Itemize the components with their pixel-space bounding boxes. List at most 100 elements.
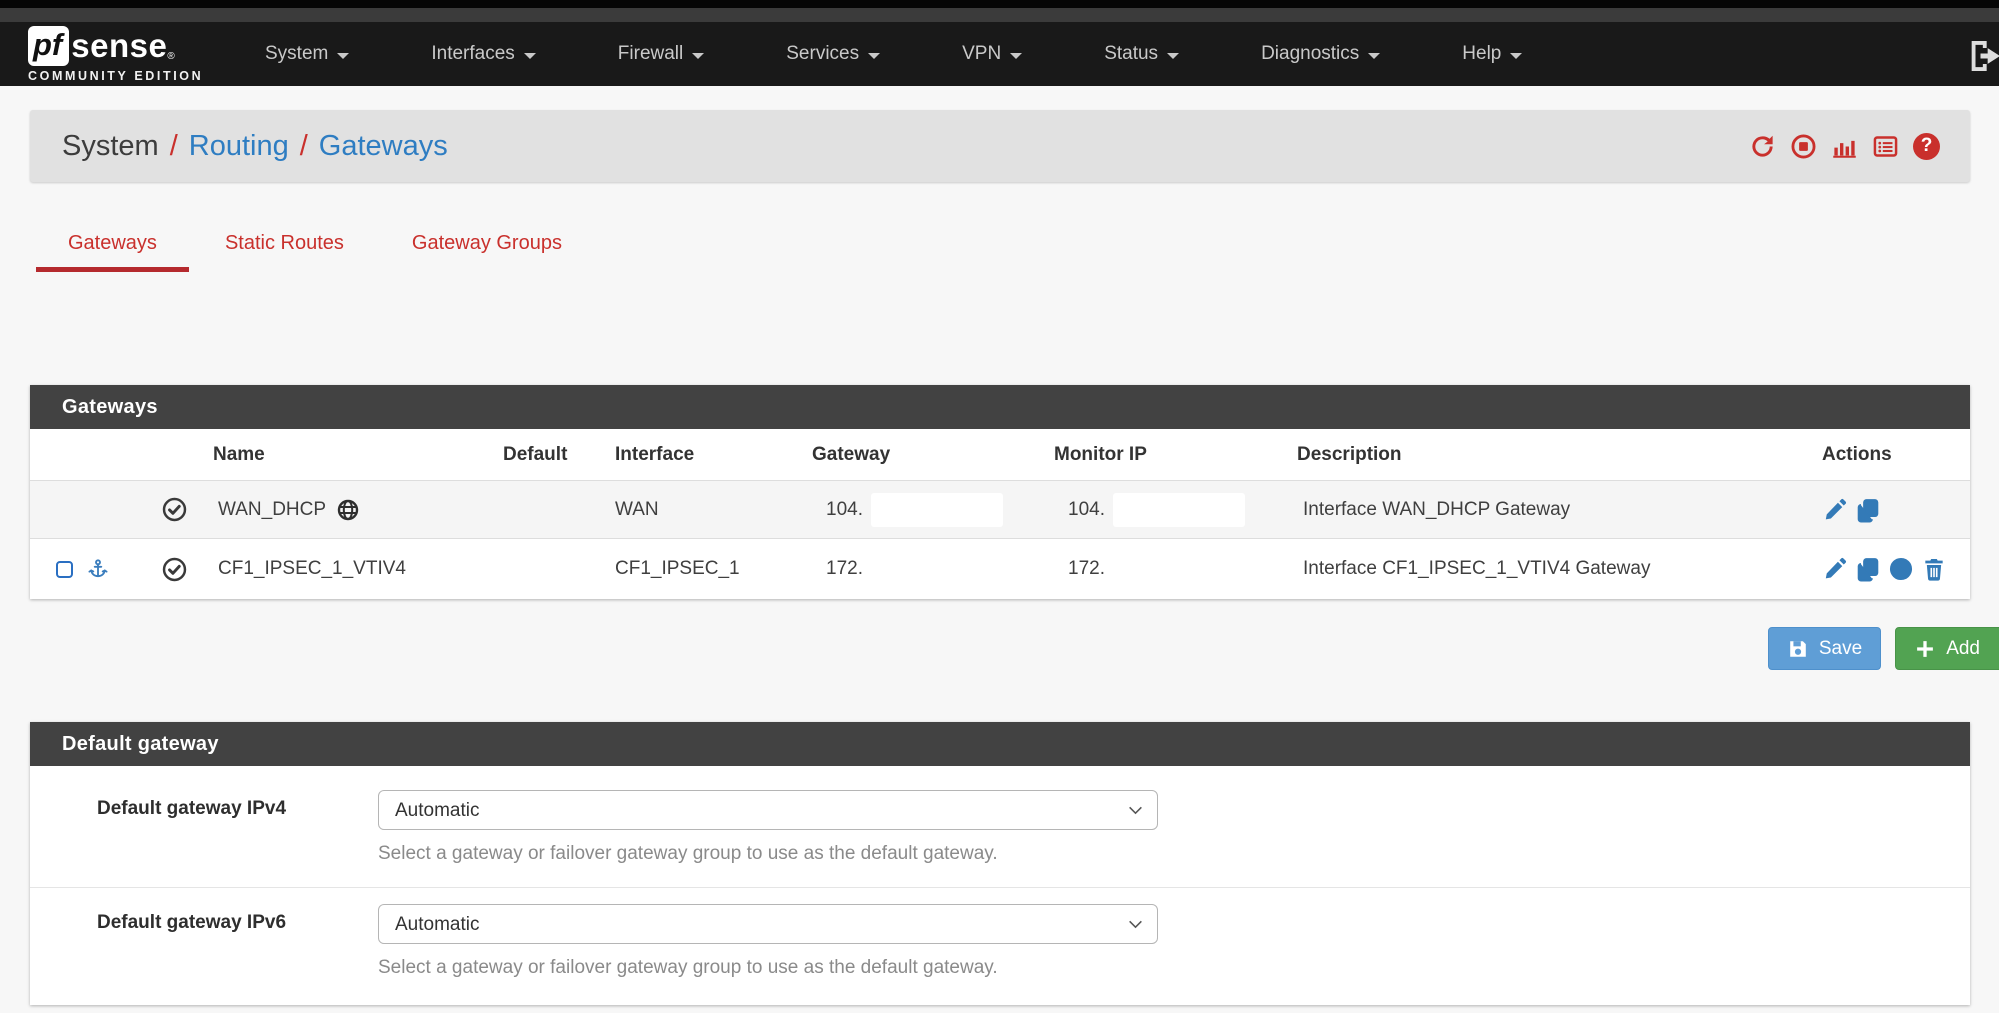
- column-header-default: Default: [500, 444, 615, 466]
- default-gateway-panel-title: Default gateway: [30, 722, 1970, 766]
- default-gateway-ipv6-control: Automatic: [378, 904, 1158, 944]
- tab-gateways-label: Gateways: [68, 232, 157, 254]
- add-button[interactable]: Add: [1895, 627, 1999, 670]
- gateways-table-header: Name Default Interface Gateway Monitor I…: [30, 429, 1970, 481]
- logo-registered-mark: ®: [167, 51, 174, 62]
- tab-gateway-groups[interactable]: Gateway Groups: [380, 224, 594, 272]
- default-gateway-ipv4-control: Automatic: [378, 790, 1158, 830]
- column-header-actions: Actions: [1822, 444, 1970, 466]
- breadcrumb: System / Routing / Gateways ?: [30, 110, 1970, 182]
- table-row-wan-dhcp: WAN_DHCP WAN 104. 104. Interface WAN_DHC…: [30, 481, 1970, 539]
- row-checkbox[interactable]: [56, 561, 73, 578]
- bar-chart-icon[interactable]: [1831, 133, 1858, 160]
- gateway-monitor-cell: 104.: [1050, 493, 1297, 527]
- nav-system-label: System: [265, 43, 328, 65]
- save-button-label: Save: [1819, 638, 1862, 660]
- gateway-description-cell: Interface WAN_DHCP Gateway: [1297, 499, 1822, 521]
- gateway-monitor-cell: 172.: [1050, 558, 1297, 580]
- caret-down-icon: [1010, 53, 1022, 59]
- nav-interfaces[interactable]: Interfaces: [390, 22, 576, 86]
- gateway-address-cell: 172.: [810, 558, 1050, 580]
- window-title-strip: [0, 8, 1999, 22]
- nav-firewall-label: Firewall: [618, 43, 683, 65]
- gateway-actions-cell: [1822, 556, 1970, 582]
- tab-gateways[interactable]: Gateways: [36, 224, 189, 272]
- tab-static-routes[interactable]: Static Routes: [193, 224, 376, 272]
- anchor-icon[interactable]: [87, 558, 109, 580]
- nav-services[interactable]: Services: [745, 22, 921, 86]
- column-header-description: Description: [1297, 444, 1822, 466]
- nav-help-label: Help: [1462, 43, 1501, 65]
- monitor-ip: 104.: [1068, 499, 1105, 520]
- caret-down-icon: [1368, 53, 1380, 59]
- gateway-name: CF1_IPSEC_1_VTIV4: [218, 558, 406, 580]
- gateway-address-cell: 104.: [810, 493, 1050, 527]
- default-gateway-ipv6-select[interactable]: Automatic: [378, 904, 1158, 944]
- nav-diagnostics-label: Diagnostics: [1261, 43, 1359, 65]
- nav-services-label: Services: [786, 43, 859, 65]
- sign-out-icon[interactable]: [1965, 36, 1999, 72]
- gateways-panel-title: Gateways: [30, 385, 1970, 429]
- pfsense-logo-text: pf sense ®: [28, 26, 210, 66]
- caret-down-icon: [1167, 53, 1179, 59]
- breadcrumb-link-gateways[interactable]: Gateways: [319, 130, 448, 163]
- gateway-address: 172.: [826, 558, 863, 579]
- nav-status-label: Status: [1104, 43, 1158, 65]
- main-menu: System Interfaces Firewall Services VPN …: [224, 22, 1563, 86]
- nav-vpn-label: VPN: [962, 43, 1001, 65]
- default-gateway-ipv6-row: Default gateway IPv6 Automatic Select a …: [30, 887, 1970, 1001]
- nav-diagnostics[interactable]: Diagnostics: [1220, 22, 1421, 86]
- gateways-panel: Gateways Name Default Interface Gateway …: [30, 385, 1970, 599]
- caret-down-icon: [524, 53, 536, 59]
- stop-circle-icon[interactable]: [1790, 133, 1817, 160]
- pfsense-logo[interactable]: pf sense ® COMMUNITY EDITION: [28, 26, 210, 83]
- breadcrumb-section: System: [62, 130, 159, 163]
- gateway-interface-cell: CF1_IPSEC_1: [615, 558, 810, 580]
- default-gateway-ipv4-row: Default gateway IPv4 Automatic Select a …: [30, 766, 1970, 887]
- breadcrumb-separator: /: [170, 130, 178, 163]
- gateways-buttons-bar: Save Add: [30, 627, 1999, 670]
- column-header-monitor-ip: Monitor IP: [1050, 444, 1297, 466]
- refresh-icon[interactable]: [1749, 133, 1776, 160]
- table-row-cf1-ipsec: CF1_IPSEC_1_VTIV4 CF1_IPSEC_1 172. 172. …: [30, 539, 1970, 599]
- default-gateway-ipv4-label: Default gateway IPv4: [30, 790, 378, 865]
- nav-vpn[interactable]: VPN: [921, 22, 1063, 86]
- default-gateway-ipv6-label: Default gateway IPv6: [30, 904, 378, 979]
- nav-firewall[interactable]: Firewall: [577, 22, 745, 86]
- edit-gateway-icon[interactable]: [1822, 556, 1848, 582]
- disable-gateway-icon[interactable]: [1888, 556, 1914, 582]
- gateway-name-cell: WAN_DHCP: [155, 496, 500, 523]
- breadcrumb-actions: ?: [1749, 133, 1940, 160]
- gateway-description-cell: Interface CF1_IPSEC_1_VTIV4 Gateway: [1297, 558, 1822, 580]
- copy-gateway-icon[interactable]: [1855, 556, 1881, 582]
- row-select-cell: [30, 558, 155, 580]
- column-header-interface: Interface: [615, 444, 810, 466]
- nav-help[interactable]: Help: [1421, 22, 1563, 86]
- help-icon[interactable]: ?: [1913, 133, 1940, 160]
- breadcrumb-link-routing[interactable]: Routing: [189, 130, 289, 163]
- save-button[interactable]: Save: [1768, 627, 1881, 670]
- caret-down-icon: [1510, 53, 1522, 59]
- nav-system[interactable]: System: [224, 22, 390, 86]
- default-gateway-ipv6-help: Select a gateway or failover gateway gro…: [378, 957, 1970, 979]
- plus-icon: [1914, 638, 1936, 660]
- delete-gateway-icon[interactable]: [1921, 556, 1947, 582]
- logo-sense: sense: [71, 27, 167, 65]
- copy-gateway-icon[interactable]: [1855, 497, 1881, 523]
- check-circle-icon: [161, 556, 188, 583]
- top-navbar: pf sense ® COMMUNITY EDITION System Inte…: [0, 22, 1999, 86]
- default-gateway-panel: Default gateway Default gateway IPv4 Aut…: [30, 722, 1970, 1005]
- default-gateway-ipv4-select[interactable]: Automatic: [378, 790, 1158, 830]
- add-button-label: Add: [1946, 638, 1980, 660]
- breadcrumb-separator: /: [300, 130, 308, 163]
- save-icon: [1787, 638, 1809, 660]
- redaction-box: [1113, 493, 1245, 527]
- nav-status[interactable]: Status: [1063, 22, 1220, 86]
- monitor-ip: 172.: [1068, 558, 1105, 579]
- edit-gateway-icon[interactable]: [1822, 497, 1848, 523]
- log-summary-icon[interactable]: [1872, 133, 1899, 160]
- gateway-address: 104.: [826, 499, 863, 520]
- tab-gateway-groups-label: Gateway Groups: [412, 232, 562, 254]
- routing-tabs: Gateways Static Routes Gateway Groups: [36, 224, 598, 272]
- caret-down-icon: [692, 53, 704, 59]
